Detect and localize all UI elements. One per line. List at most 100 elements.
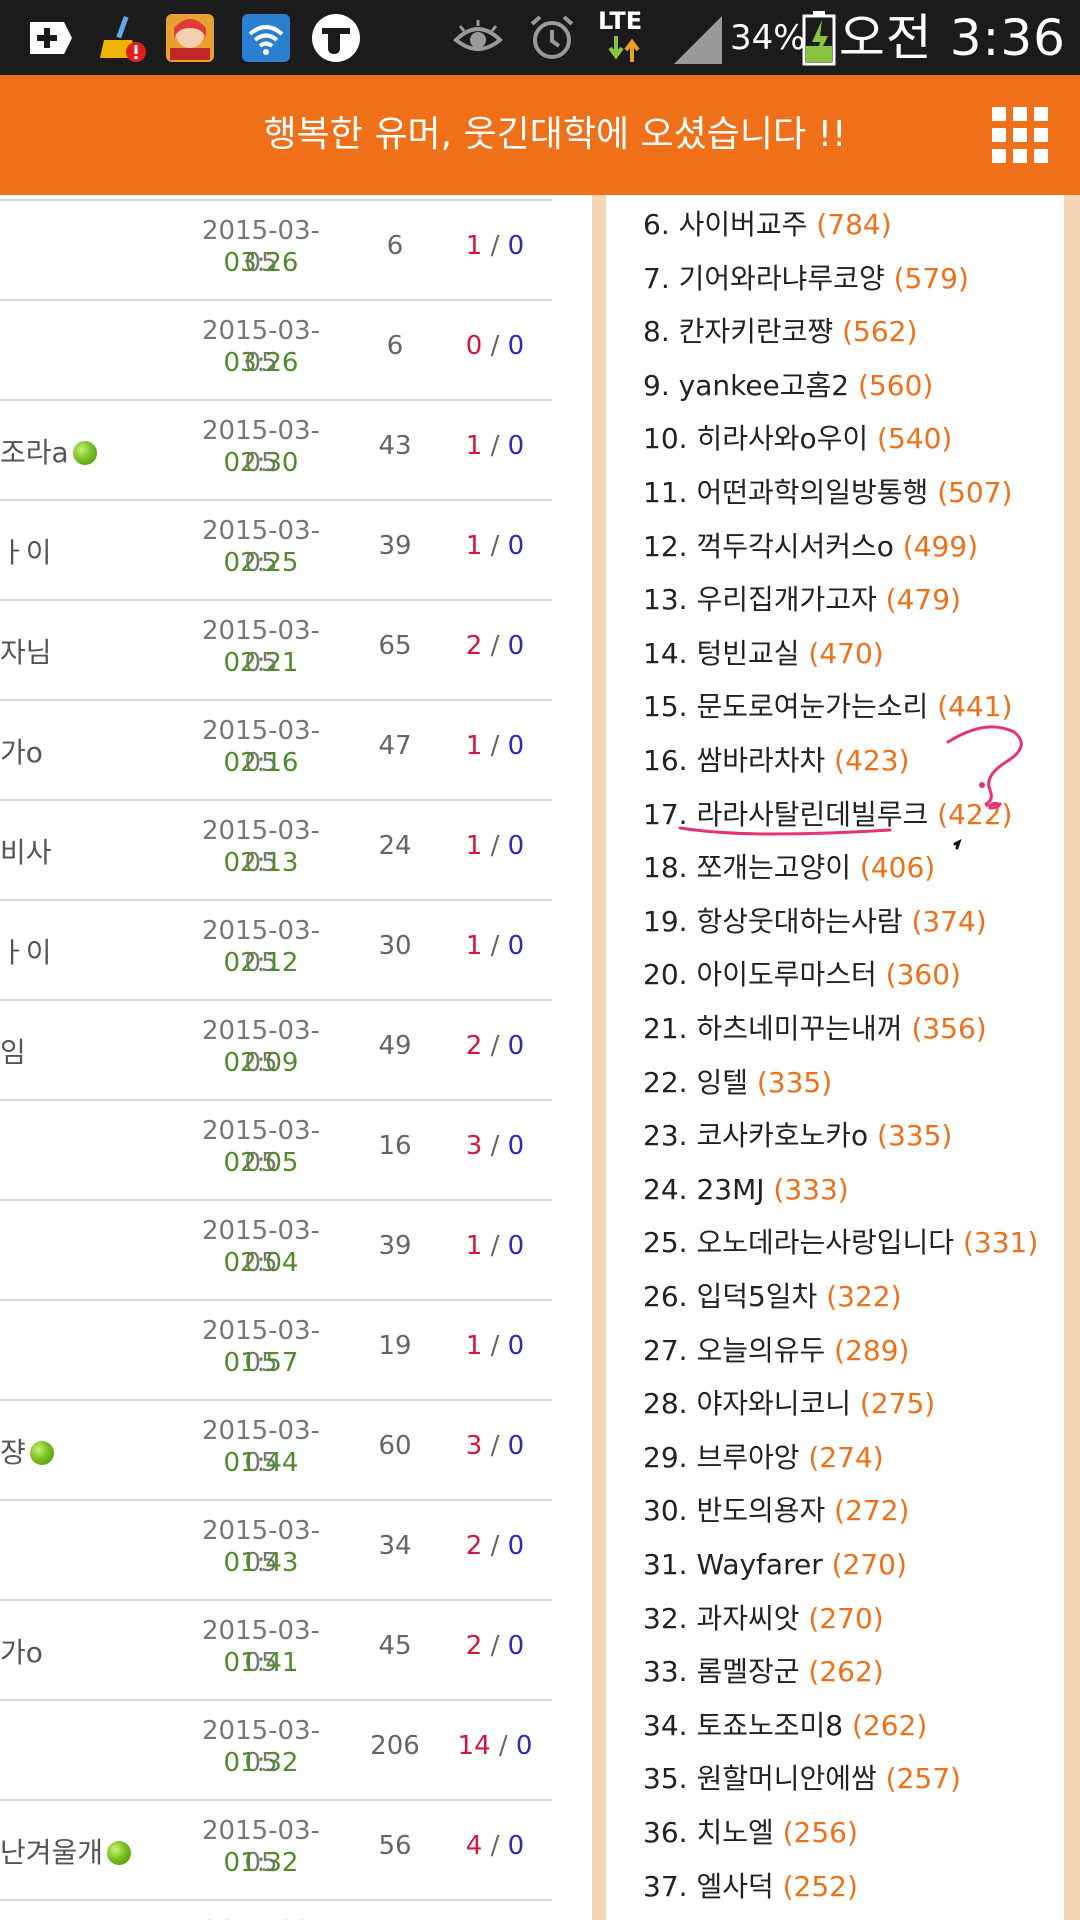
rank-number: 9. <box>643 368 670 402</box>
post-row[interactable]: 2015-03-05 <box>0 1899 552 1920</box>
post-author[interactable]: ㅏ이 <box>0 531 52 571</box>
ranking-item[interactable]: 28. 야자와니코니 (275) <box>643 1386 935 1422</box>
vote-separator: / <box>490 231 500 261</box>
ranking-item[interactable]: 8. 칸자키란코쨩 (562) <box>643 314 917 350</box>
ranking-item[interactable]: 36. 치노엘 (256) <box>643 1815 858 1851</box>
upvote-count: 3 <box>465 1131 483 1161</box>
post-time: 03:26 <box>223 248 299 278</box>
ranking-item[interactable]: 6. 사이버교주 (784) <box>643 207 892 243</box>
ranking-item[interactable]: 14. 텅빈교실 (470) <box>643 636 884 672</box>
grid-menu-icon[interactable] <box>990 105 1050 165</box>
ranking-item[interactable]: 31. Wayfarer (270) <box>643 1547 907 1583</box>
rank-user-name: 코사카호노카o <box>696 1119 869 1153</box>
rank-score: (507) <box>937 476 1013 509</box>
ranking-item[interactable]: 30. 반도의용자 (272) <box>643 1493 909 1529</box>
ranking-item[interactable]: 34. 토죠노조미8 (262) <box>643 1708 927 1744</box>
signal-bars-icon <box>674 16 722 64</box>
post-row[interactable]: 가o 2015-03-05 02:16 47 1 / 0 <box>0 699 552 800</box>
downvote-count: 0 <box>507 1631 525 1661</box>
post-row[interactable]: 2015-03-05 03:26 6 1 / 0 <box>0 199 552 300</box>
ranking-item[interactable]: 10. 히라사와o우이 (540) <box>643 421 952 457</box>
post-author[interactable]: 자님 <box>0 631 52 671</box>
post-row[interactable]: 2015-03-05 03:26 6 0 / 0 <box>0 299 552 400</box>
rank-score: (270) <box>831 1548 907 1581</box>
ranking-item[interactable]: 9. yankee고홈2 (560) <box>643 368 933 404</box>
post-author[interactable]: 조라a <box>0 431 97 471</box>
ranking-item[interactable]: 26. 입덕5일차 (322) <box>643 1279 902 1315</box>
post-author[interactable]: 쟝 <box>0 1431 54 1471</box>
header-title: 행복한 유머, 웃긴대학에 오셨습니다 !! <box>263 114 847 155</box>
post-row[interactable]: 2015-03-05 02:04 39 1 / 0 <box>0 1199 552 1300</box>
post-row[interactable]: 임 2015-03-05 02:09 49 2 / 0 <box>0 999 552 1100</box>
post-time: 01:43 <box>223 1548 299 1578</box>
rank-user-name: 오노데라는사랑입니다 <box>696 1226 955 1260</box>
ranking-item[interactable]: 27. 오늘의유두 (289) <box>643 1333 909 1369</box>
ranking-item[interactable]: 15. 문도로여눈가는소리 (441) <box>643 689 1012 725</box>
post-author[interactable]: 가o <box>0 731 43 771</box>
post-row[interactable]: ㅏ이 2015-03-05 02:12 30 1 / 0 <box>0 899 552 1000</box>
rank-user-name: 문도로여눈가는소리 <box>696 690 929 724</box>
post-row[interactable]: 2015-03-05 02:05 16 3 / 0 <box>0 1099 552 1200</box>
post-author[interactable]: 임 <box>0 1031 26 1071</box>
author-name: 조라a <box>0 436 69 469</box>
ranking-item[interactable]: 33. 롬멜장군 (262) <box>643 1654 884 1690</box>
rank-score: (270) <box>808 1601 884 1635</box>
ranking-item[interactable]: 11. 어떤과학의일방통행 (507) <box>643 475 1012 511</box>
ranking-item[interactable]: 25. 오노데라는사랑입니다 (331) <box>643 1225 1038 1261</box>
ranking-item[interactable]: 7. 기어와라냐루코양 (579) <box>643 261 969 297</box>
post-author[interactable]: 비사 <box>0 831 52 871</box>
ranking-item[interactable]: 24. 23MJ (333) <box>643 1172 849 1208</box>
ranking-item[interactable]: 37. 엘사덕 (252) <box>643 1869 858 1905</box>
post-author[interactable]: ㅏ이 <box>0 931 52 971</box>
post-row[interactable]: 쟝 2015-03-05 01:44 60 3 / 0 <box>0 1399 552 1500</box>
ranking-item[interactable]: 16. 쌈바라차차 (423) <box>643 743 909 779</box>
post-row[interactable]: 2015-03-05 01:43 34 2 / 0 <box>0 1499 552 1600</box>
author-name: 쟝 <box>0 1436 26 1469</box>
clock: 오전 3:36 <box>838 9 1066 67</box>
ranking-item[interactable]: 22. 잉텔 (335) <box>643 1065 832 1101</box>
rank-number: 32. <box>643 1601 688 1635</box>
post-row[interactable]: 가o 2015-03-05 01:41 45 2 / 0 <box>0 1599 552 1700</box>
rank-number: 35. <box>643 1762 688 1796</box>
rank-number: 11. <box>643 476 688 509</box>
ranking-item[interactable]: 21. 하츠네미꾸는내꺼 (356) <box>643 1011 987 1047</box>
rank-score: (272) <box>834 1494 910 1528</box>
downvote-count: 0 <box>507 1331 525 1361</box>
rank-user-name: 브루아앙 <box>696 1440 800 1474</box>
ranking-item[interactable]: 29. 브루아앙 (274) <box>643 1440 884 1476</box>
post-author[interactable]: 난겨울개 <box>0 1831 132 1871</box>
rank-number: 7. <box>643 261 670 295</box>
downvote-count: 0 <box>515 1731 533 1761</box>
post-row[interactable]: ㅏ이 2015-03-05 02:25 39 1 / 0 <box>0 499 552 600</box>
post-row[interactable]: 2015-03-05 01:57 19 1 / 0 <box>0 1299 552 1400</box>
ranking-item[interactable]: 17. 라라사탈린데빌루크 (422) <box>643 797 1012 833</box>
ranking-item[interactable]: 32. 과자씨앗 (270) <box>643 1601 884 1637</box>
post-votes: 3 / 0 <box>440 1131 550 1161</box>
rank-score: (257) <box>885 1762 961 1796</box>
rank-user-name: 칸자키란코쨩 <box>678 315 834 349</box>
post-row[interactable]: 비사 2015-03-05 02:13 24 1 / 0 <box>0 799 552 900</box>
post-votes: 1 / 0 <box>440 231 550 261</box>
rank-number: 17. <box>643 797 688 831</box>
ranking-item[interactable]: 12. 꺽두각시서커스o (499) <box>643 529 978 565</box>
post-row[interactable]: 자님 2015-03-05 02:21 65 2 / 0 <box>0 599 552 700</box>
post-views: 206 <box>370 1731 420 1761</box>
post-views: 45 <box>378 1631 412 1661</box>
status-bar: LTE 34% 오전 3:36 <box>0 0 1080 75</box>
ranking-item[interactable]: 35. 원할머니안에쌈 (257) <box>643 1761 961 1797</box>
upvote-count: 2 <box>465 1531 483 1561</box>
ranking-item[interactable]: 13. 우리집개가고자 (479) <box>643 582 961 618</box>
ranking-item[interactable]: 23. 코사카호노카o (335) <box>643 1118 952 1154</box>
post-views: 43 <box>378 431 412 461</box>
rank-score: (356) <box>911 1012 987 1045</box>
ranking-item[interactable]: 19. 항상웃대하는사람 (374) <box>643 904 987 940</box>
post-author[interactable]: 가o <box>0 1631 43 1671</box>
post-row[interactable]: 2015-03-05 01:32 206 14 / 0 <box>0 1699 552 1800</box>
ranking-item[interactable]: 20. 아이도루마스터 (360) <box>643 957 961 993</box>
post-row[interactable]: 조라a 2015-03-05 02:30 43 1 / 0 <box>0 399 552 500</box>
post-row[interactable]: 난겨울개 2015-03-05 01:32 56 4 / 0 <box>0 1799 552 1900</box>
post-votes: 3 / 0 <box>440 1431 550 1461</box>
author-name: 난겨울개 <box>0 1836 104 1869</box>
upvote-count: 3 <box>465 1431 483 1461</box>
ranking-item[interactable]: 18. 쪼개는고양이 (406) <box>643 850 935 886</box>
